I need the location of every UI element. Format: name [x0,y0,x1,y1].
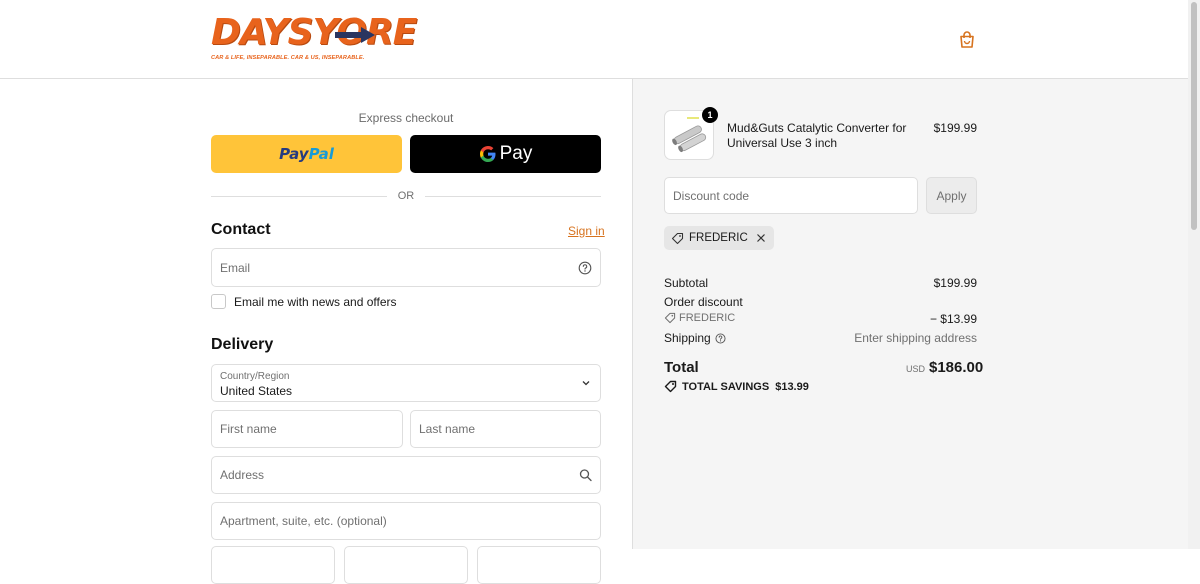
tag-icon [664,312,676,324]
address-input[interactable] [212,457,600,493]
last-name-input[interactable] [411,411,600,447]
order-discount-row: Order discount [664,295,977,309]
applied-discount-code: FREDERIC [689,232,748,244]
country-select-value: United States [220,384,293,398]
discount-code-input[interactable] [665,178,917,213]
discount-code-field[interactable] [664,177,918,214]
page-scrollbar[interactable] [1188,0,1200,549]
shopping-bag-icon [960,31,974,48]
divider-right [425,196,601,197]
shipping-value: Enter shipping address [854,331,977,345]
paypal-button[interactable]: Pay Pal [211,135,402,173]
discount-code-line: FREDERIC [679,312,736,324]
chevron-down-icon [580,377,592,389]
logo-arrow-icon [335,27,375,43]
city-field[interactable] [211,546,335,584]
express-checkout-label: Express checkout [358,111,454,125]
brand-wordmark: DAYSYORE [211,12,417,53]
subtotal-row: Subtotal $199.99 [664,276,977,290]
country-select-label: Country/Region [220,371,290,382]
email-input[interactable] [212,249,600,286]
address-field[interactable] [211,456,601,494]
site-header: DAYSYORE CAR & LIFE, INSEPARABLE. CAR & … [0,0,1188,79]
remove-discount-icon[interactable] [756,233,766,243]
subtotal-value: $199.99 [933,276,977,290]
total-currency: USD [906,364,926,374]
apartment-field[interactable] [211,502,601,540]
discount-value: − $13.99 [929,312,977,326]
contact-heading: Contact [211,221,271,238]
scrollbar-thumb[interactable] [1191,2,1197,230]
newsletter-label: Email me with news and offers [234,294,397,309]
sign-in-link[interactable]: Sign in [568,224,605,238]
newsletter-option[interactable]: Email me with news and offers [211,294,397,309]
divider-left [211,196,387,197]
applied-discount-tag: FREDERIC [664,226,774,250]
search-icon [579,469,592,482]
delivery-heading: Delivery [211,336,274,353]
apply-discount-button[interactable]: Apply [926,177,977,214]
total-label: Total [664,359,699,376]
shipping-label: Shipping [664,331,711,345]
paypal-pay-text: Pay [279,145,309,163]
last-name-field[interactable] [410,410,601,448]
zip-field[interactable] [477,546,601,584]
product-name: Mud&Guts Catalytic Converter for Univers… [727,121,907,150]
state-field[interactable] [344,546,468,584]
paypal-pal-text: Pal [308,145,334,163]
email-field[interactable] [211,248,601,287]
or-divider-text: OR [397,190,415,202]
tag-icon [671,232,684,245]
total-savings: TOTAL SAVINGS $13.99 [664,380,809,393]
google-g-icon [479,145,497,163]
country-select[interactable]: Country/Region United States [211,364,601,402]
savings-label: TOTAL SAVINGS [682,380,770,393]
first-name-field[interactable] [211,410,403,448]
google-pay-button[interactable]: Pay [410,135,601,173]
google-pay-label: Pay [499,143,533,164]
newsletter-checkbox[interactable] [211,294,226,309]
savings-tag-icon [664,380,677,393]
savings-value: $13.99 [775,380,809,393]
total-amount: $186.00 [929,359,984,376]
order-discount-label: Order discount [664,295,743,309]
brand-tagline: CAR & LIFE, INSEPARABLE. CAR & US, INSEP… [211,55,365,61]
quantity-badge: 1 [702,107,718,123]
discount-code-row: FREDERIC − $13.99 [664,312,977,326]
product-price: $199.99 [933,121,977,135]
apartment-input[interactable] [212,503,600,539]
shipping-row: Shipping Enter shipping address [664,331,977,345]
brand-logo[interactable]: DAYSYORE CAR & LIFE, INSEPARABLE. CAR & … [211,13,417,65]
cart-button[interactable] [957,30,977,50]
help-circle-icon[interactable] [715,332,726,344]
help-circle-icon[interactable] [578,261,592,275]
subtotal-label: Subtotal [664,276,709,290]
first-name-input[interactable] [212,411,402,447]
